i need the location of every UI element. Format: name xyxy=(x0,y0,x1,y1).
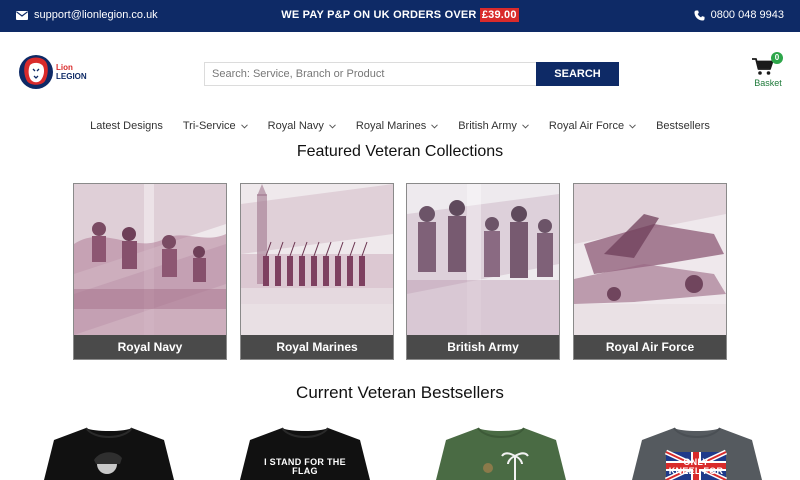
nav-item-latest-designs[interactable]: Latest Designs xyxy=(80,118,173,134)
british-army-collection-image xyxy=(407,184,559,335)
main-nav: Latest Designs Tri-Service Royal Navy Ro… xyxy=(0,118,800,134)
tshirt-print-text: I STAND FOR THE FLAG xyxy=(264,457,346,476)
royal-marines-collection-image xyxy=(241,184,393,335)
shipping-promo: WE PAY P&P ON UK ORDERS OVER £39.00 xyxy=(0,8,800,22)
nav-item-bestsellers[interactable]: Bestsellers xyxy=(646,118,720,134)
collection-card-royal-marines[interactable]: Royal Marines xyxy=(240,183,394,360)
chevron-down-icon xyxy=(522,123,529,129)
tshirt-print-text: ONLY KNEEL FOR xyxy=(668,457,724,476)
phone-link[interactable]: 0800 048 9943 xyxy=(694,9,784,21)
nav-item-royal-marines[interactable]: Royal Marines xyxy=(346,118,448,134)
collection-label: British Army xyxy=(407,335,559,359)
search-input[interactable] xyxy=(204,62,536,86)
phone-number: 0800 048 9943 xyxy=(710,9,784,21)
phone-icon xyxy=(694,9,705,21)
logo-wordmark: Lion LEGION xyxy=(56,63,87,81)
nav-item-royal-navy[interactable]: Royal Navy xyxy=(258,118,346,134)
collection-card-royal-navy[interactable]: Royal Navy xyxy=(73,183,227,360)
tshirt-image xyxy=(44,427,174,480)
logo-line-2: LEGION xyxy=(56,72,87,81)
logo-line-1: Lion xyxy=(56,63,73,72)
royal-navy-collection-image xyxy=(74,184,226,335)
nav-item-label: Royal Marines xyxy=(355,120,427,132)
tshirt-image xyxy=(436,427,566,480)
nav-item-label: Tri-Service xyxy=(182,120,236,132)
collection-label: Royal Air Force xyxy=(574,335,726,359)
promo-text: WE PAY P&P ON UK ORDERS OVER xyxy=(281,9,477,21)
basket-button[interactable]: 0 Basket xyxy=(748,52,788,90)
nav-item-royal-air-force[interactable]: Royal Air Force xyxy=(539,118,646,134)
chevron-down-icon xyxy=(431,123,439,129)
royal-air-force-collection-image xyxy=(574,184,726,335)
basket-count-badge: 0 xyxy=(771,52,783,64)
chevron-down-icon xyxy=(329,123,336,129)
product-card[interactable]: ONLY KNEEL FOR xyxy=(622,420,772,480)
collection-label: Royal Marines xyxy=(241,335,393,359)
search-bar: SEARCH xyxy=(204,62,619,86)
nav-item-british-army[interactable]: British Army xyxy=(448,118,539,134)
site-logo[interactable]: Lion LEGION xyxy=(18,51,88,93)
basket-label: Basket xyxy=(754,78,782,88)
featured-collections-heading: Featured Veteran Collections xyxy=(296,143,504,160)
nav-item-label: Latest Designs xyxy=(90,120,163,132)
collection-card-british-army[interactable]: British Army xyxy=(406,183,560,360)
promo-price: £39.00 xyxy=(479,8,519,22)
product-card[interactable]: I STAND FOR THE FLAG xyxy=(230,420,380,480)
nav-item-label: British Army xyxy=(458,120,517,132)
bestsellers-heading: Current Veteran Bestsellers xyxy=(296,383,504,402)
collection-label: Royal Navy xyxy=(74,335,226,359)
chevron-down-icon xyxy=(629,123,636,129)
product-card[interactable] xyxy=(34,420,184,480)
product-card[interactable] xyxy=(426,420,576,480)
nav-item-label: Bestsellers xyxy=(656,120,710,132)
lion-head-icon xyxy=(19,55,53,89)
search-button[interactable]: SEARCH xyxy=(536,62,619,86)
nav-item-label: Royal Air Force xyxy=(548,120,625,132)
nav-item-label: Royal Navy xyxy=(267,120,324,132)
chevron-down-icon xyxy=(240,123,248,129)
top-bar: support@lionlegion.co.uk WE PAY P&P ON U… xyxy=(0,0,800,32)
collection-card-royal-air-force[interactable]: Royal Air Force xyxy=(573,183,727,360)
nav-item-tri-service[interactable]: Tri-Service xyxy=(173,118,258,134)
